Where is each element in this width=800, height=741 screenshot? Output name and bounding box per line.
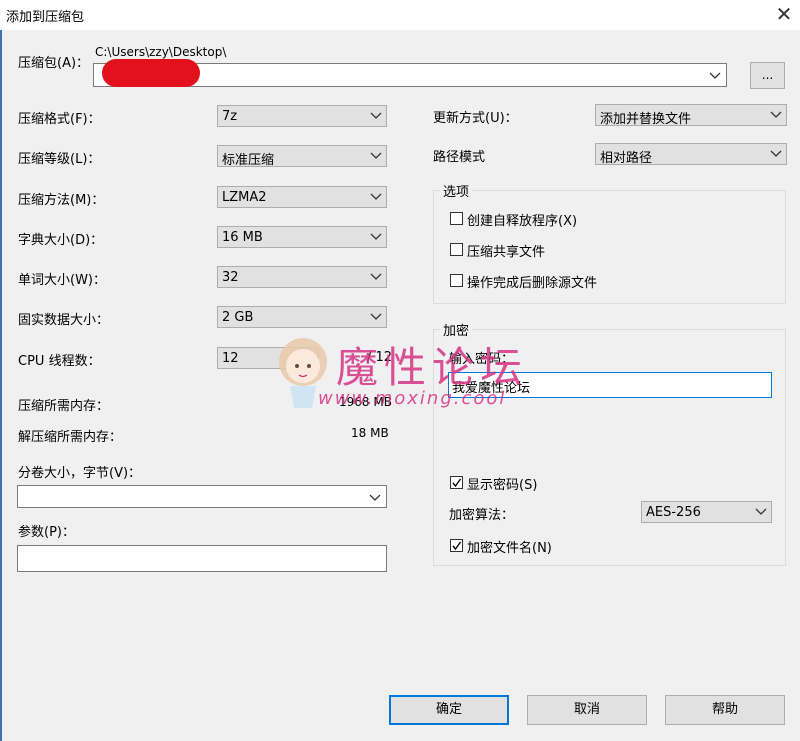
browse-button[interactable]: ... <box>750 62 785 89</box>
show-password-label: 显示密码(S) <box>467 478 538 493</box>
ok-button[interactable]: 确定 <box>389 695 509 725</box>
dictionary-select[interactable]: 16 MB <box>217 226 387 248</box>
help-button[interactable]: 帮助 <box>665 695 785 725</box>
chevron-down-icon <box>370 193 382 200</box>
word-size-label: 单词大小(W)： <box>18 273 106 288</box>
decompress-memory-label: 解压缩所需内存： <box>18 430 123 445</box>
volume-label: 分卷大小，字节(V)： <box>18 466 142 481</box>
close-button[interactable]: ✕ <box>770 2 798 28</box>
dictionary-value: 16 MB <box>222 230 263 245</box>
cpu-threads-label: CPU 线程数： <box>18 354 101 369</box>
encrypt-names-label: 加密文件名(N) <box>467 541 552 556</box>
volume-size-combobox[interactable] <box>17 485 387 508</box>
method-select[interactable]: LZMA2 <box>217 186 387 208</box>
path-mode-label: 路径模式 <box>433 150 486 165</box>
window-title: 添加到压缩包 <box>6 10 85 25</box>
solid-size-select[interactable]: 2 GB <box>217 306 387 328</box>
decompress-memory-value: 18 MB <box>351 426 389 440</box>
shared-files-checkbox[interactable] <box>450 243 463 256</box>
archive-folder-path: C:\Users\zzy\Desktop\ <box>95 45 227 59</box>
sfx-label: 创建自释放程序(X) <box>467 214 578 229</box>
checkmark-icon <box>452 541 462 551</box>
dictionary-label: 字典大小(D)： <box>18 233 104 248</box>
cpu-threads-value: 12 <box>222 351 239 366</box>
window-edge <box>0 30 2 741</box>
format-select[interactable]: 7z <box>217 105 387 127</box>
cancel-button[interactable]: 取消 <box>527 695 647 725</box>
params-input[interactable] <box>17 545 387 572</box>
sfx-checkbox[interactable] <box>450 212 463 225</box>
options-title: 选项 <box>440 181 473 200</box>
chevron-down-icon <box>370 273 382 280</box>
chevron-down-icon <box>370 112 382 119</box>
chevron-down-icon <box>369 494 381 501</box>
watermark-url: www.moxing.cool <box>318 388 507 409</box>
method-value: LZMA2 <box>222 190 267 205</box>
format-label: 压缩格式(F)： <box>18 112 101 127</box>
encrypt-names-checkbox[interactable] <box>450 539 463 552</box>
chevron-down-icon <box>709 72 721 79</box>
params-label: 参数(P)： <box>18 525 75 540</box>
chevron-down-icon <box>370 313 382 320</box>
chevron-down-icon <box>370 233 382 240</box>
path-mode-value: 相对路径 <box>600 151 653 166</box>
solid-size-value: 2 GB <box>222 310 254 325</box>
chevron-down-icon <box>770 150 782 157</box>
level-value: 标准压缩 <box>222 153 275 168</box>
archive-label: 压缩包(A)： <box>18 56 90 71</box>
encryption-method-label: 加密算法： <box>449 508 515 523</box>
compress-memory-label: 压缩所需内存： <box>18 399 110 414</box>
encryption-method-select[interactable]: AES-256 <box>641 501 772 523</box>
chevron-down-icon <box>770 111 782 118</box>
word-size-value: 32 <box>222 270 239 285</box>
path-mode-select[interactable]: 相对路径 <box>595 143 787 166</box>
update-mode-label: 更新方式(U)： <box>433 111 518 126</box>
level-select[interactable]: 标准压缩 <box>217 145 387 168</box>
level-label: 压缩等级(L)： <box>18 152 101 167</box>
delete-after-checkbox[interactable] <box>450 274 463 287</box>
encryption-method-value: AES-256 <box>646 505 701 520</box>
format-value: 7z <box>222 109 238 124</box>
shared-files-label: 压缩共享文件 <box>467 245 546 260</box>
delete-after-label: 操作完成后删除源文件 <box>467 276 598 291</box>
update-mode-value: 添加并替换文件 <box>600 112 692 127</box>
checkmark-icon <box>452 478 462 488</box>
chevron-down-icon <box>370 152 382 159</box>
word-size-select[interactable]: 32 <box>217 266 387 288</box>
update-mode-select[interactable]: 添加并替换文件 <box>595 104 787 127</box>
solid-size-label: 固实数据大小： <box>18 313 110 328</box>
redaction-mark <box>102 59 200 87</box>
watermark-text: 魔性论坛 <box>336 343 529 392</box>
title-bar <box>0 0 800 30</box>
method-label: 压缩方法(M)： <box>18 193 105 208</box>
show-password-checkbox[interactable] <box>450 476 463 489</box>
chevron-down-icon <box>755 508 767 515</box>
